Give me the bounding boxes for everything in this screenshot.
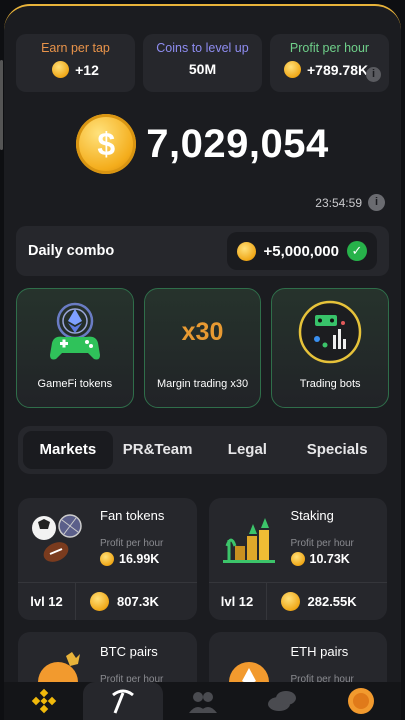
coin-icon xyxy=(236,241,256,261)
coin-icon xyxy=(52,61,70,78)
card-level: lvl 12 xyxy=(18,583,76,620)
stats-row: Earn per tap +12 Coins to level up 50M P… xyxy=(16,34,389,92)
tab-markets[interactable]: Markets xyxy=(23,431,113,469)
tab-legal[interactable]: Legal xyxy=(203,431,293,469)
stat-earn-per-tap: Earn per tap +12 xyxy=(16,34,135,92)
profit-per-hour-label: Profit per hour xyxy=(290,538,354,549)
pickaxe-icon xyxy=(112,689,135,714)
card-level: lvl 12 xyxy=(209,583,267,620)
card-title: Fan tokens xyxy=(100,508,165,523)
stat-value: 50M xyxy=(188,61,217,77)
card-title: BTC pairs xyxy=(100,644,158,659)
sport-balls-icon xyxy=(30,512,92,566)
feature-gamefi-tokens[interactable]: GameFi tokens xyxy=(16,288,134,408)
card-cost: 282.55K xyxy=(267,592,388,611)
binance-icon xyxy=(31,688,56,714)
nav-earn[interactable] xyxy=(242,682,321,720)
timer-value: 23:54:59 xyxy=(315,195,362,210)
dollar-coin-icon: $ xyxy=(76,114,137,174)
coin-icon xyxy=(284,61,301,78)
card-fan-tokens[interactable]: Fan tokens Profit per hour 16.99K lvl 12… xyxy=(18,498,197,620)
stat-value: +789.78K xyxy=(307,61,369,78)
feature-label: Margin trading x30 xyxy=(156,378,249,390)
coins-stack-icon xyxy=(267,691,296,711)
daily-combo-label: Daily combo xyxy=(28,243,115,259)
coin-icon xyxy=(100,552,114,566)
card-title: Staking xyxy=(290,508,334,523)
coin-icon xyxy=(290,552,305,566)
card-title: ETH pairs xyxy=(290,644,349,659)
stat-label: Coins to level up xyxy=(156,41,249,55)
feature-label: GameFi tokens xyxy=(37,378,113,390)
info-icon[interactable]: i xyxy=(366,67,381,82)
friends-icon xyxy=(188,692,217,713)
daily-combo-reward-value: +5,000,000 xyxy=(263,242,340,260)
side-handle xyxy=(0,60,3,150)
nav-airdrop[interactable] xyxy=(322,682,401,720)
card-staking[interactable]: Staking Profit per hour 10.73K lvl 12 28… xyxy=(208,498,388,620)
profit-per-hour-label: Profit per hour xyxy=(100,538,164,549)
coin-icon xyxy=(90,592,109,611)
nav-friends[interactable] xyxy=(163,682,242,720)
feature-trading-bots[interactable]: Trading bots xyxy=(271,288,390,408)
profit-per-hour-value: 10.73K xyxy=(309,552,350,566)
category-tabs: Markets PR&Team Legal Specials xyxy=(18,426,387,474)
balance-display: $ 7,029,054 xyxy=(4,114,401,174)
feature-label: Trading bots xyxy=(299,378,361,390)
tab-specials[interactable]: Specials xyxy=(292,431,382,469)
stat-value: +12 xyxy=(75,61,99,78)
airdrop-coin-icon xyxy=(348,688,375,714)
check-icon: ✓ xyxy=(347,241,367,261)
card-cost-value: 282.55K xyxy=(307,594,357,609)
nav-exchange[interactable] xyxy=(4,682,83,720)
stat-label: Profit per hour xyxy=(289,41,370,55)
daily-combo-reward[interactable]: +5,000,000 ✓ xyxy=(226,232,377,270)
stat-label: Earn per tap xyxy=(41,41,110,55)
bottom-nav xyxy=(4,682,401,720)
stat-profit-per-hour[interactable]: Profit per hour +789.78K i xyxy=(270,34,389,92)
daily-combo-bar[interactable]: Daily combo +5,000,000 ✓ xyxy=(16,226,389,276)
tab-pr-team[interactable]: PR&Team xyxy=(113,431,203,469)
trading-bot-icon xyxy=(295,299,365,365)
x30-icon: x30 xyxy=(181,317,224,346)
stat-coins-to-level-up: Coins to level up 50M xyxy=(143,34,262,92)
card-cost-value: 807.3K xyxy=(117,594,159,609)
combo-timer: 23:54:59 i xyxy=(315,194,385,211)
balance-amount: 7,029,054 xyxy=(146,121,329,166)
feature-cards: GameFi tokens x30 Margin trading x30 Tra… xyxy=(16,288,390,408)
nav-mine[interactable] xyxy=(83,682,163,720)
staking-icon xyxy=(221,512,283,566)
app-frame: Earn per tap +12 Coins to level up 50M P… xyxy=(4,4,401,720)
profit-per-hour-value: 16.99K xyxy=(119,552,160,566)
info-icon[interactable]: i xyxy=(368,194,385,211)
card-cost: 807.3K xyxy=(76,592,197,611)
feature-margin-trading[interactable]: x30 Margin trading x30 xyxy=(143,288,262,408)
gamepad-icon xyxy=(40,299,110,365)
coin-icon xyxy=(280,592,300,611)
upgrade-cards: Fan tokens Profit per hour 16.99K lvl 12… xyxy=(18,498,387,620)
